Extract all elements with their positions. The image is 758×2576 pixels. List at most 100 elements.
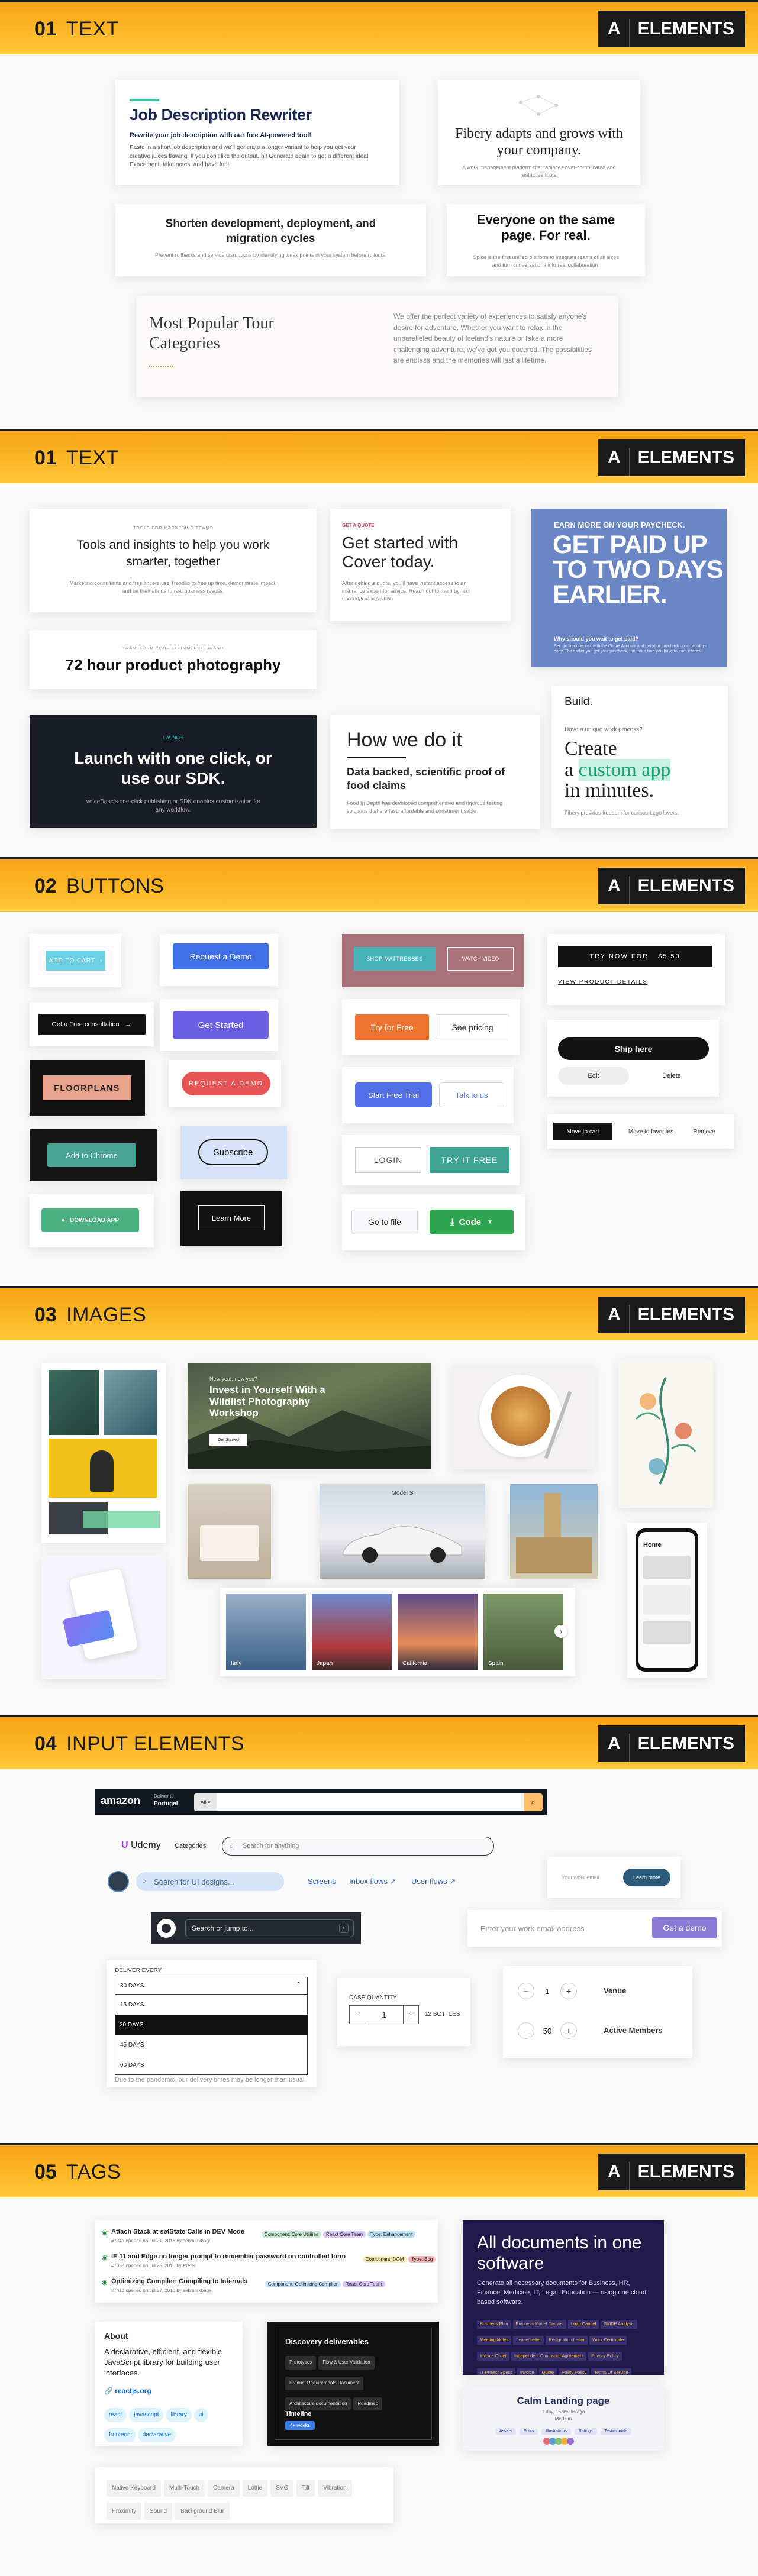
code-button[interactable]: ⤓ Code ▼ bbox=[430, 1210, 514, 1234]
topic-tag[interactable]: ui bbox=[193, 2408, 208, 2422]
case-qty-value[interactable]: 1 bbox=[365, 2006, 403, 2024]
plain-tag[interactable]: Native Keyboard bbox=[107, 2480, 161, 2497]
docs-tag[interactable]: Privacy Policy bbox=[588, 2352, 622, 2361]
calm-tag[interactable]: Fonts bbox=[519, 2428, 538, 2435]
dribbble-search-input[interactable]: ⌕ Search for UI designs... bbox=[136, 1872, 284, 1891]
issue-label-tag[interactable]: React Core Team bbox=[342, 2281, 385, 2287]
calm-tag[interactable]: Ratings bbox=[574, 2428, 597, 2435]
docs-tag[interactable]: Invoice bbox=[517, 2368, 537, 2375]
download-app-button[interactable]: ● DOWNLOAD APP bbox=[41, 1208, 139, 1232]
about-link[interactable]: 🔗 reactjs.org bbox=[104, 2387, 151, 2395]
add-to-chrome-button[interactable]: Add to Chrome bbox=[47, 1143, 136, 1167]
inbox-flows-link[interactable]: Inbox flows ↗ bbox=[349, 1877, 396, 1886]
docs-tag[interactable]: Quote bbox=[538, 2368, 557, 2375]
issue-row[interactable]: ◉ IE 11 and Edge no longer prompt to reme… bbox=[102, 2253, 436, 2276]
issue-title[interactable]: Attach Stack at setState Calls in DEV Mo… bbox=[111, 2228, 244, 2235]
screens-link[interactable]: Screens bbox=[308, 1877, 336, 1886]
floorplans-button[interactable]: FLOORPLANS bbox=[43, 1075, 131, 1100]
move-to-cart-button[interactable]: Move to cart bbox=[553, 1123, 612, 1140]
amazon-search-input[interactable]: All ▾ bbox=[194, 1793, 531, 1811]
discovery-tag[interactable]: Prototypes bbox=[285, 2356, 317, 2370]
go-to-file-button[interactable]: Go to file bbox=[351, 1210, 418, 1234]
github-search-input[interactable]: Search or jump to... / bbox=[185, 1919, 354, 1937]
workshop-get-started-button[interactable]: Get Started bbox=[209, 1434, 247, 1446]
issue-label-tag[interactable]: Type: Enhancement bbox=[367, 2231, 416, 2238]
plain-tag[interactable]: Tilt bbox=[296, 2480, 315, 2497]
learn-more-button[interactable]: Learn More bbox=[198, 1205, 265, 1230]
plain-tag[interactable]: Camera bbox=[208, 2480, 240, 2497]
plain-tag[interactable]: Background Blur bbox=[175, 2503, 230, 2520]
discovery-tag[interactable]: Product Requirements Document bbox=[285, 2376, 364, 2390]
issue-title[interactable]: IE 11 and Edge no longer prompt to remem… bbox=[111, 2253, 346, 2260]
amazon-search-button[interactable]: ⌕ bbox=[524, 1793, 543, 1811]
ship-here-button[interactable]: Ship here bbox=[558, 1037, 709, 1060]
venue-decrement-button[interactable]: − bbox=[518, 1983, 534, 1999]
discovery-tag[interactable]: Architecture documentation bbox=[285, 2397, 351, 2411]
issue-label-tag[interactable]: Component: DOM bbox=[362, 2256, 407, 2263]
watch-video-button[interactable]: WATCH VIDEO bbox=[447, 947, 514, 971]
plain-tag[interactable]: Sound bbox=[144, 2503, 173, 2520]
timeline-tag[interactable]: 4+ weeks bbox=[285, 2421, 315, 2430]
get-started-button[interactable]: Get Started bbox=[173, 1011, 269, 1039]
calm-tag[interactable]: Testimonials bbox=[600, 2428, 632, 2435]
calm-tag[interactable]: Assets bbox=[495, 2428, 516, 2435]
topic-tag[interactable]: declarative bbox=[137, 2428, 176, 2442]
get-demo-button[interactable]: Get a demo bbox=[652, 1917, 717, 1938]
plain-tag[interactable]: Proximity bbox=[107, 2503, 142, 2520]
calm-tag[interactable]: Illustrations bbox=[541, 2428, 571, 2435]
issue-row[interactable]: ◉ Attach Stack at setState Calls in DEV M… bbox=[102, 2228, 431, 2251]
edit-button[interactable]: Edit bbox=[558, 1067, 629, 1085]
increment-button[interactable]: + bbox=[403, 2006, 418, 2024]
members-decrement-button[interactable]: − bbox=[518, 2022, 534, 2039]
shop-mattresses-button[interactable]: SHOP MATTRESSES bbox=[354, 947, 436, 971]
plain-tag[interactable]: Multi-Touch bbox=[163, 2480, 205, 2497]
plain-tag[interactable]: SVG bbox=[270, 2480, 294, 2497]
try-free-button[interactable]: Try for Free bbox=[355, 1014, 429, 1040]
issue-title[interactable]: Optimizing Compiler: Compiling to Intern… bbox=[111, 2278, 247, 2285]
free-consultation-button[interactable]: Get a Free consultation → bbox=[38, 1014, 146, 1035]
move-to-favorites-button[interactable]: Move to favorites bbox=[618, 1123, 683, 1140]
venue-increment-button[interactable]: + bbox=[560, 1983, 577, 1999]
see-pricing-button[interactable]: See pricing bbox=[436, 1014, 509, 1040]
login-button[interactable]: LOGIN bbox=[355, 1147, 421, 1173]
request-a-demo-button[interactable]: REQUEST A DEMO bbox=[182, 1072, 270, 1095]
docs-tag[interactable]: Business Plan bbox=[477, 2320, 511, 2329]
deliver-option[interactable]: 60 DAYS bbox=[115, 2055, 308, 2075]
plain-tag[interactable]: Vibration bbox=[318, 2480, 352, 2497]
try-now-button[interactable]: TRY NOW FOR $5.50 bbox=[558, 946, 712, 967]
discovery-tag[interactable]: Roadmap bbox=[353, 2397, 383, 2411]
category-dropdown[interactable]: All ▾ bbox=[194, 1793, 217, 1811]
docs-tag[interactable]: Loan Cancel bbox=[568, 2320, 599, 2329]
docs-tag[interactable]: Meeting Notes bbox=[477, 2336, 512, 2345]
issue-row[interactable]: ◉ Optimizing Compiler: Compiling to Inter… bbox=[102, 2278, 431, 2300]
plain-tag[interactable]: Lottie bbox=[242, 2480, 268, 2497]
deliver-option[interactable]: 15 DAYS bbox=[115, 1995, 308, 2015]
deliver-every-select[interactable]: 30 DAYS ⌃ bbox=[115, 1977, 308, 1995]
docs-tag[interactable]: Invoice Order bbox=[477, 2352, 510, 2361]
start-trial-button[interactable]: Start Free Trial bbox=[355, 1082, 432, 1107]
gallery-next-button[interactable]: › bbox=[554, 1625, 567, 1638]
remove-button[interactable]: Remove bbox=[686, 1123, 722, 1140]
view-details-button[interactable]: VIEW PRODUCT DETAILS bbox=[558, 974, 659, 990]
issue-label-tag[interactable]: Component: Core Utilities bbox=[261, 2231, 321, 2238]
delete-button[interactable]: Delete bbox=[636, 1067, 707, 1085]
deliver-option[interactable]: 45 DAYS bbox=[115, 2035, 308, 2055]
add-to-cart-button[interactable]: ADD TO CART › bbox=[46, 951, 105, 971]
topic-tag[interactable]: frontend bbox=[104, 2428, 136, 2442]
decrement-button[interactable]: − bbox=[350, 2006, 365, 2024]
docs-tag[interactable]: Work Certificate bbox=[589, 2336, 627, 2345]
deliver-option-selected[interactable]: 30 DAYS bbox=[115, 2015, 308, 2035]
members-increment-button[interactable]: + bbox=[560, 2022, 577, 2039]
issue-label-tag[interactable]: Type: Bug bbox=[408, 2256, 436, 2263]
discovery-tag[interactable]: Flow & User Validation bbox=[318, 2356, 375, 2370]
talk-to-us-button[interactable]: Talk to us bbox=[439, 1082, 504, 1107]
subscribe-button[interactable]: Subscribe bbox=[198, 1139, 268, 1165]
github-logo-icon[interactable] bbox=[157, 1919, 176, 1938]
topic-tag[interactable]: javascript bbox=[129, 2408, 164, 2422]
docs-tag[interactable]: Independent Contractor Agreement bbox=[511, 2352, 587, 2361]
try-it-free-button[interactable]: TRY IT FREE bbox=[430, 1147, 509, 1173]
globe-icon[interactable] bbox=[108, 1871, 129, 1892]
docs-tag[interactable]: IT Project Specs bbox=[477, 2368, 515, 2375]
topic-tag[interactable]: react bbox=[104, 2408, 127, 2422]
issue-label-tag[interactable]: Component: Optimizing Compiler bbox=[265, 2281, 341, 2287]
